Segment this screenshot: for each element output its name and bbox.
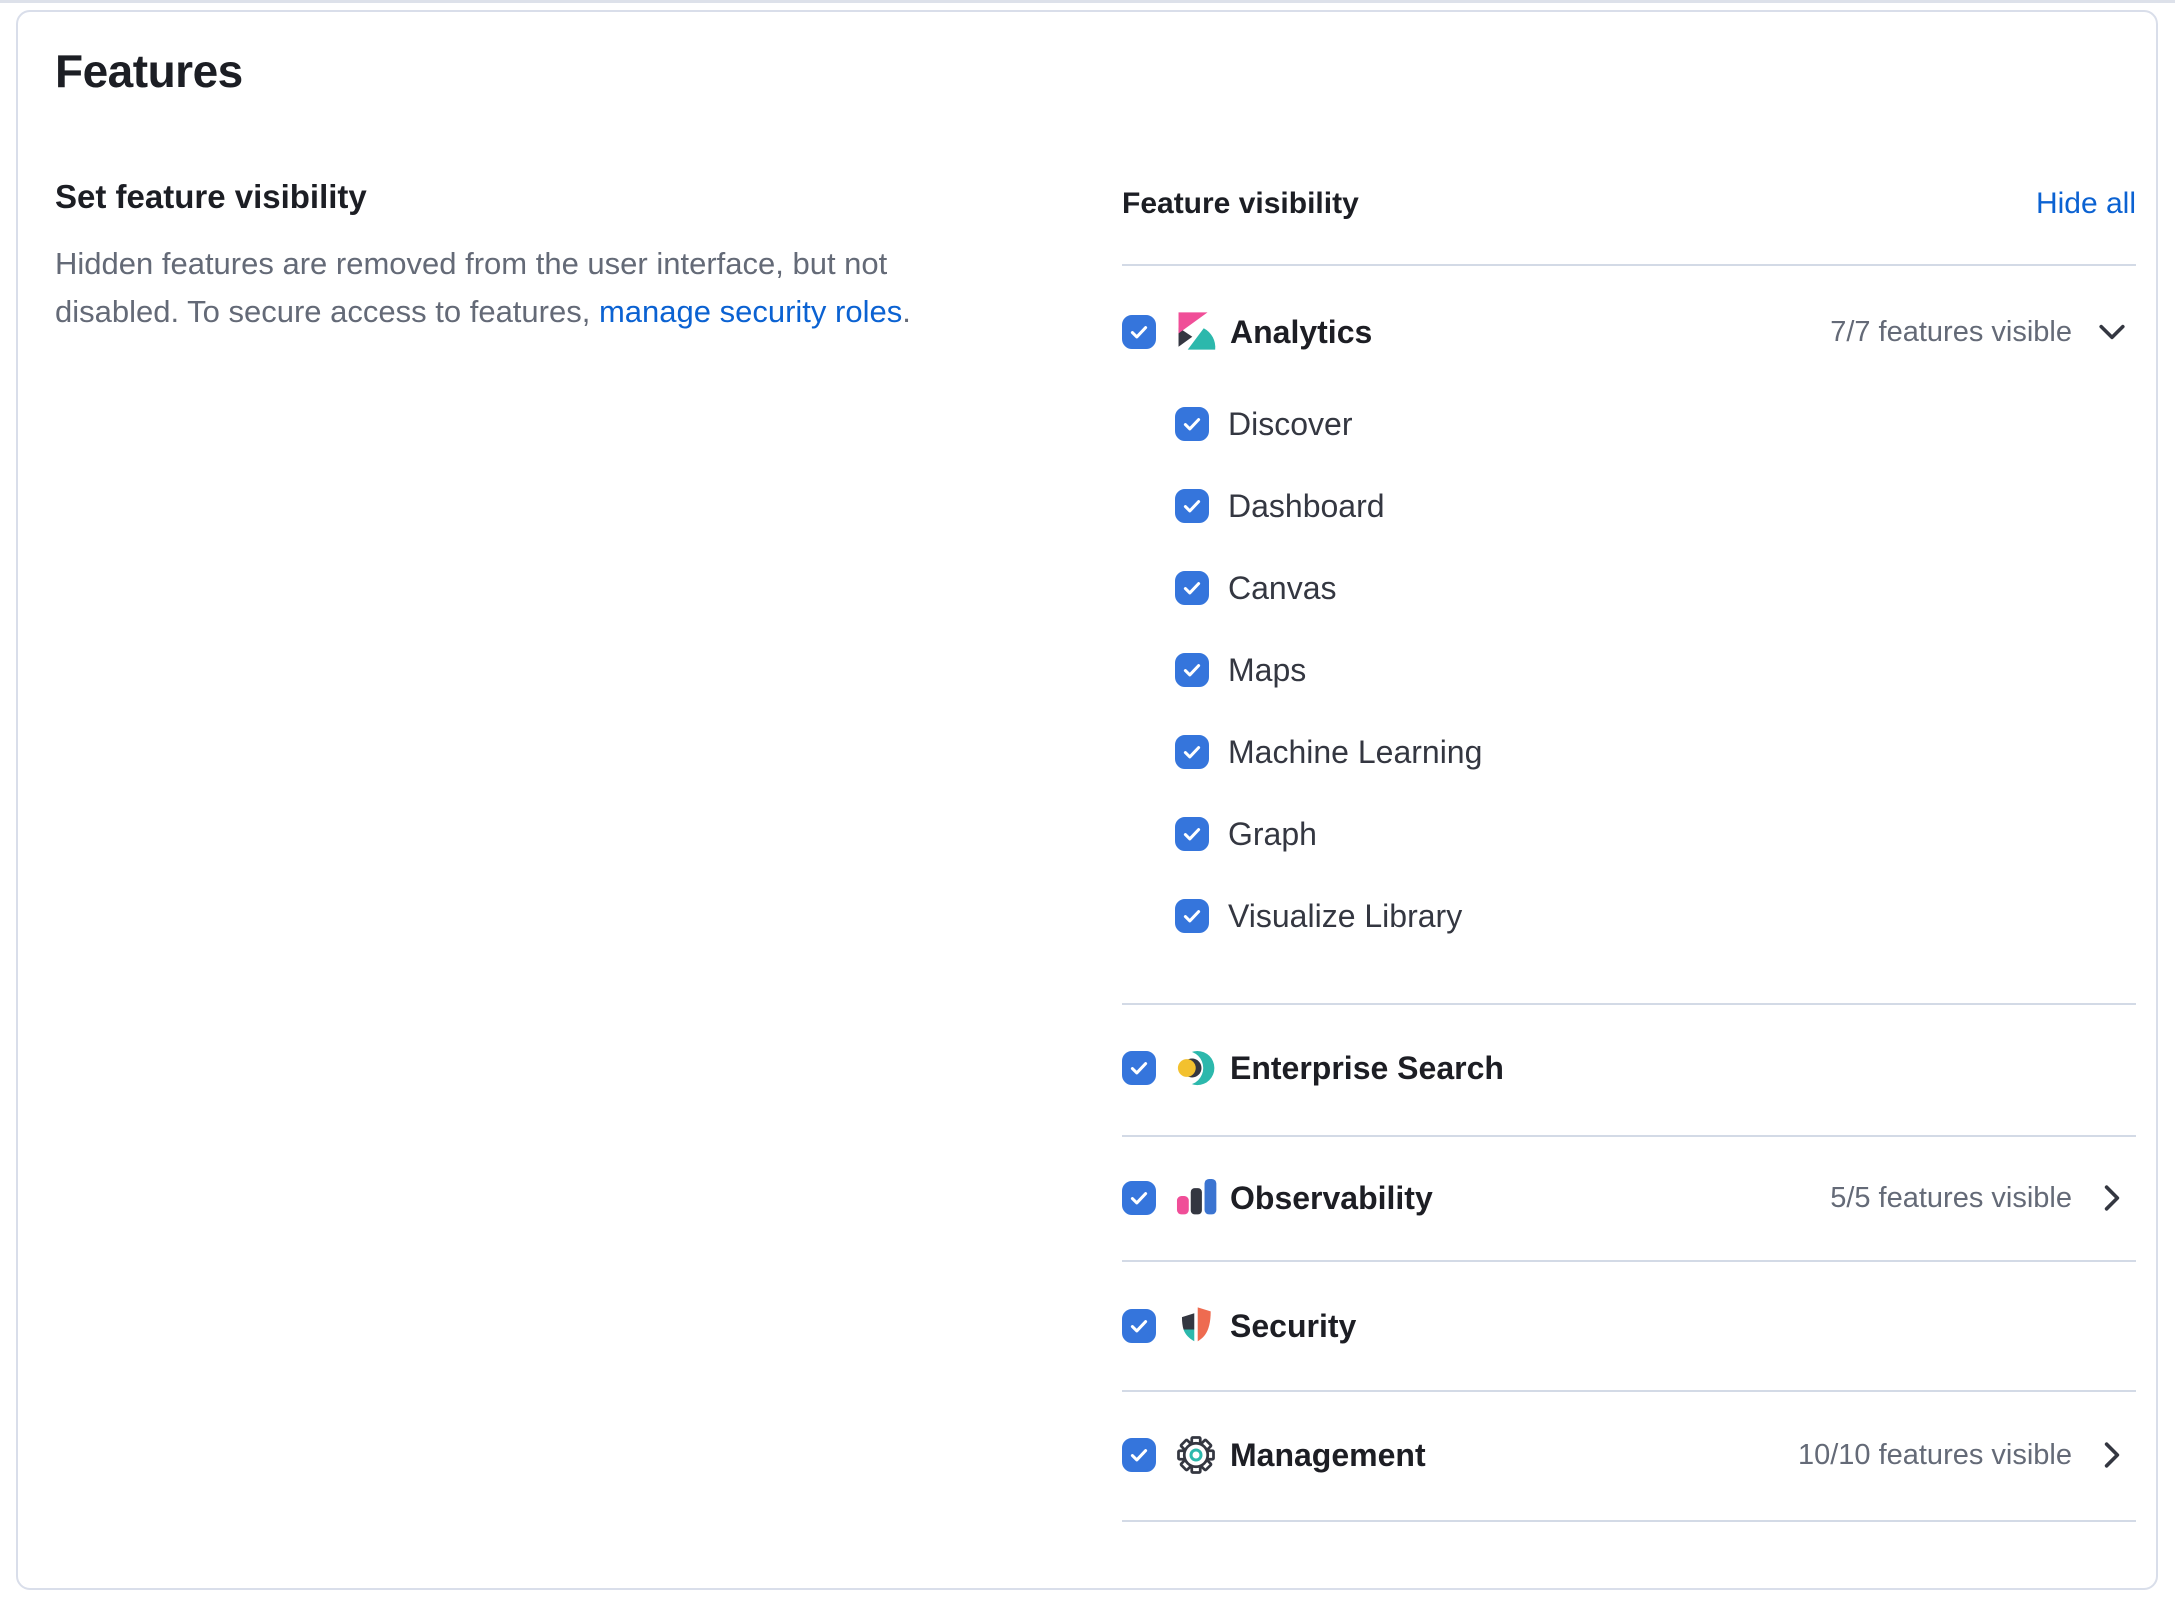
machine-learning-checkbox[interactable] — [1175, 735, 1209, 769]
discover-checkbox[interactable] — [1175, 407, 1209, 441]
sub-label: Maps — [1228, 652, 1306, 689]
group-label: Enterprise Search — [1230, 1050, 1504, 1087]
group-label: Management — [1230, 1437, 1426, 1474]
feature-visibility-label: Feature visibility — [1122, 187, 1359, 221]
features-panel: Features Set feature visibility Hidden f… — [16, 10, 2158, 1590]
sub-row-machine-learning: Machine Learning — [1122, 711, 2136, 793]
chevron-down-icon[interactable] — [2094, 314, 2130, 350]
sub-row-dashboard: Dashboard — [1122, 465, 2136, 547]
management-row-right: 10/10 features visible — [1798, 1437, 2136, 1473]
group-label: Observability — [1230, 1180, 1433, 1217]
dashboard-checkbox[interactable] — [1175, 489, 1209, 523]
sub-row-canvas: Canvas — [1122, 547, 2136, 629]
feature-count: 10/10 features visible — [1798, 1439, 2072, 1472]
group-label: Security — [1230, 1308, 1356, 1345]
sub-label: Visualize Library — [1228, 898, 1462, 935]
graph-checkbox[interactable] — [1175, 817, 1209, 851]
set-feature-visibility-heading: Set feature visibility — [55, 178, 367, 216]
sub-row-visualize-library: Visualize Library — [1122, 875, 2136, 957]
section-description: Hidden features are removed from the use… — [55, 240, 990, 336]
checkmark-icon — [1181, 823, 1203, 845]
checkmark-icon — [1181, 577, 1203, 599]
divider — [1122, 1520, 2136, 1522]
group-row-observability: Observability 5/5 features visible — [1122, 1133, 2136, 1263]
sub-row-discover: Discover — [1122, 383, 2136, 465]
page-title: Features — [55, 44, 243, 98]
analytics-row-right: 7/7 features visible — [1830, 314, 2136, 350]
checkmark-icon — [1128, 1444, 1150, 1466]
group-row-security: Security — [1122, 1261, 2136, 1391]
checkmark-icon — [1181, 905, 1203, 927]
sub-row-graph: Graph — [1122, 793, 2136, 875]
sub-label: Machine Learning — [1228, 734, 1482, 771]
management-checkbox[interactable] — [1122, 1438, 1156, 1472]
group-label: Analytics — [1230, 314, 1372, 351]
sub-label: Graph — [1228, 816, 1317, 853]
checkmark-icon — [1181, 741, 1203, 763]
observability-row-right: 5/5 features visible — [1830, 1180, 2136, 1216]
feature-count: 7/7 features visible — [1830, 316, 2072, 349]
checkmark-icon — [1128, 321, 1150, 343]
sub-row-maps: Maps — [1122, 629, 2136, 711]
enterprise-search-checkbox[interactable] — [1122, 1051, 1156, 1085]
observability-checkbox[interactable] — [1122, 1181, 1156, 1215]
description-period: . — [902, 294, 911, 329]
group-row-management: Management 10/10 features visible — [1122, 1390, 2136, 1520]
feature-visibility-header: Feature visibility Hide all — [1122, 184, 2136, 224]
checkmark-icon — [1128, 1315, 1150, 1337]
checkmark-icon — [1181, 495, 1203, 517]
checkmark-icon — [1128, 1187, 1150, 1209]
security-logo-icon — [1175, 1305, 1217, 1347]
chevron-right-icon[interactable] — [2094, 1437, 2130, 1473]
checkmark-icon — [1181, 659, 1203, 681]
divider — [1122, 264, 2136, 266]
maps-checkbox[interactable] — [1175, 653, 1209, 687]
hide-all-link[interactable]: Hide all — [2036, 187, 2136, 221]
analytics-checkbox[interactable] — [1122, 315, 1156, 349]
manage-security-roles-link[interactable]: manage security roles — [599, 294, 902, 329]
security-checkbox[interactable] — [1122, 1309, 1156, 1343]
chevron-right-icon[interactable] — [2094, 1180, 2130, 1216]
sub-label: Canvas — [1228, 570, 1337, 607]
enterprise-search-logo-icon — [1175, 1047, 1217, 1089]
management-gear-icon — [1175, 1434, 1217, 1476]
kibana-logo-icon — [1175, 311, 1217, 353]
checkmark-icon — [1181, 413, 1203, 435]
group-row-analytics: Analytics 7/7 features visible — [1122, 267, 2136, 397]
checkmark-icon — [1128, 1057, 1150, 1079]
feature-count: 5/5 features visible — [1830, 1182, 2072, 1215]
observability-logo-icon — [1175, 1177, 1217, 1219]
page-top-border — [0, 0, 2175, 3]
sub-label: Discover — [1228, 406, 1352, 443]
sub-label: Dashboard — [1228, 488, 1385, 525]
group-row-enterprise-search: Enterprise Search — [1122, 1003, 2136, 1133]
visualize-library-checkbox[interactable] — [1175, 899, 1209, 933]
canvas-checkbox[interactable] — [1175, 571, 1209, 605]
